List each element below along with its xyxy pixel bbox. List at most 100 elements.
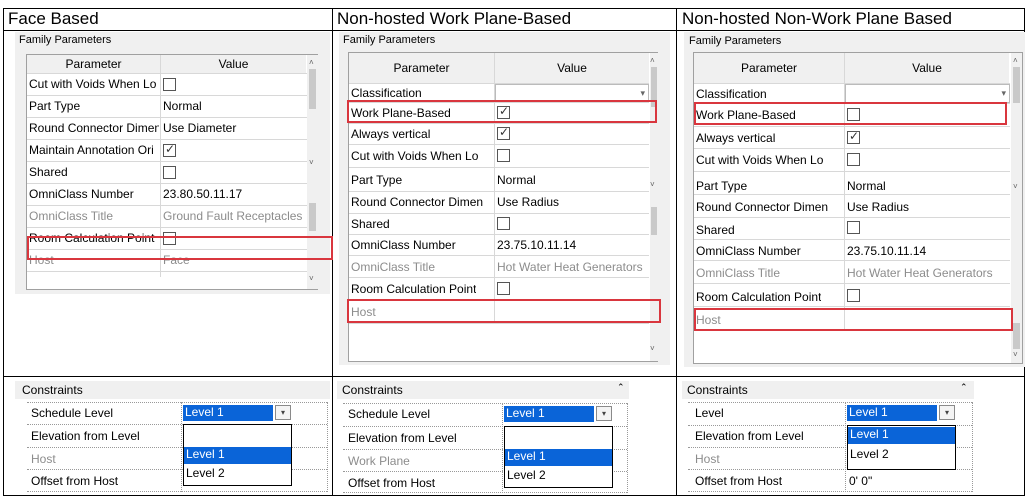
param-value-round-connector[interactable]: Use Radius [847, 200, 909, 214]
column-heading-non-work-plane-based: Non-hosted Non-Work Plane Based [682, 9, 952, 28]
column-header-value: Value [161, 55, 306, 73]
constraints-title[interactable]: Constraints [682, 381, 974, 399]
scroll-up-icon[interactable]: ˄ [650, 57, 655, 65]
family-parameters-panel-non-work-plane: Family Parameters Parameter Value Classi… [684, 32, 1025, 367]
param-name-omniclass-title: OmniClass Title [351, 260, 436, 274]
cut-with-voids-checkbox[interactable] [163, 78, 176, 91]
collapse-icon[interactable]: ⌃ [960, 383, 968, 392]
classification-dropdown[interactable]: ▾ [845, 84, 1010, 103]
param-value-round-connector[interactable]: Use Radius [497, 195, 559, 209]
chevron-down-icon[interactable]: ▾ [939, 405, 955, 420]
param-name-round-connector: Round Connector Dimen [351, 195, 484, 209]
param-value-omniclass-title: Hot Water Heat Generators [847, 266, 993, 280]
param-name-cut-with-voids: Cut with Voids When Lo [351, 149, 479, 163]
constraint-label-host: Host [31, 452, 56, 466]
work-plane-based-highlight-box [347, 100, 657, 123]
param-name-always-vertical: Always vertical [696, 131, 776, 145]
constraints-title[interactable]: Constraints [15, 381, 330, 399]
family-parameters-panel-face: Family Parameters Parameter Value Cut wi… [15, 32, 333, 294]
scroll-down-icon-bottom[interactable]: ˅ [650, 345, 655, 353]
scroll-down-icon[interactable]: ˅ [1013, 183, 1018, 191]
cut-with-voids-checkbox[interactable] [847, 153, 860, 166]
param-name-classification: Classification [351, 86, 422, 100]
shared-checkbox[interactable] [847, 221, 860, 234]
offset-from-host-value[interactable]: 0' 0" [849, 474, 872, 488]
param-name-classification: Classification [696, 87, 767, 101]
chevron-down-icon[interactable]: ▾ [275, 405, 291, 420]
param-name-omniclass-number: OmniClass Number [29, 187, 134, 201]
check-icon: ✓ [165, 142, 176, 156]
param-name-part-type: Part Type [696, 179, 748, 193]
level-option-1[interactable]: Level 1 [505, 449, 612, 466]
param-value-omniclass-number[interactable]: 23.75.10.11.14 [497, 238, 576, 252]
column-header-parameter: Parameter [349, 53, 494, 83]
level-option-2[interactable]: Level 2 [184, 466, 291, 483]
constraints-panel-work-plane: Constraints ⌃ Schedule Level Elevation f… [337, 381, 671, 493]
constraint-label-offset-from-host: Offset from Host [31, 474, 119, 488]
scroll-down-icon[interactable]: ˅ [309, 159, 314, 167]
param-value-omniclass-title: Hot Water Heat Generators [497, 260, 643, 274]
schedule-level-select[interactable]: Level 1 [504, 406, 594, 422]
constraints-panel-non-work-plane: Constraints ⌃ Level Elevation from Level… [682, 381, 1022, 493]
constraint-label-work-plane: Work Plane [348, 454, 410, 468]
chevron-down-icon[interactable]: ▾ [640, 86, 645, 100]
scrollbar-thumb-lower[interactable] [651, 207, 657, 235]
constraint-label-schedule-level: Schedule Level [348, 407, 431, 421]
level-option-2[interactable]: Level 2 [848, 447, 955, 464]
param-value-part-type[interactable]: Normal [163, 99, 306, 113]
level-select[interactable]: Level 1 [847, 405, 937, 421]
param-value-omniclass-number[interactable]: 23.80.50.11.17 [163, 187, 306, 201]
param-value-omniclass-number[interactable]: 23.75.10.11.14 [847, 244, 926, 258]
room-calculation-checkbox[interactable] [497, 282, 510, 295]
room-calculation-checkbox[interactable] [847, 289, 860, 302]
constraint-label-offset-from-host: Offset from Host [348, 476, 436, 490]
scrollbar-thumb-lower[interactable] [309, 203, 316, 231]
param-name-round-connector: Round Connector Dimen [29, 121, 159, 135]
param-name-room-calculation-point: Room Calculation Point [696, 290, 822, 304]
scrollbar-thumb[interactable] [1013, 67, 1020, 103]
constraint-label-offset-from-host: Offset from Host [695, 474, 783, 488]
param-name-shared: Shared [351, 217, 390, 231]
param-value-part-type[interactable]: Normal [847, 179, 886, 193]
chevron-down-icon[interactable]: ▾ [596, 406, 612, 421]
level-option-1[interactable]: Level 1 [848, 427, 955, 444]
level-dropdown-list: Level 1 Level 2 [847, 425, 956, 470]
panel-title: Family Parameters [19, 34, 112, 46]
param-value-round-connector[interactable]: Use Diameter [163, 121, 306, 135]
level-option-2[interactable]: Level 2 [505, 468, 612, 485]
host-highlight-box [347, 299, 661, 323]
constraints-title[interactable]: Constraints [337, 381, 629, 399]
level-dropdown-list: Level 1 Level 2 [504, 426, 613, 488]
scroll-down-icon-bottom[interactable]: ˅ [309, 275, 314, 283]
scroll-down-icon[interactable]: ˅ [650, 181, 655, 189]
param-name-omniclass-title: OmniClass Title [29, 209, 114, 223]
column-header-parameter: Parameter [694, 53, 844, 83]
constraint-label-elevation-from-level: Elevation from Level [348, 431, 457, 445]
host-highlight-box [27, 236, 333, 260]
scrollbar-thumb[interactable] [309, 69, 316, 109]
level-option-1[interactable]: Level 1 [184, 447, 291, 464]
chevron-down-icon[interactable]: ▾ [1001, 86, 1006, 100]
constraint-label-schedule-level: Schedule Level [31, 406, 114, 420]
scroll-up-icon[interactable]: ˄ [309, 59, 314, 67]
column-heading-face-based: Face Based [8, 9, 99, 28]
collapse-icon[interactable]: ⌃ [617, 383, 625, 392]
schedule-level-select[interactable]: Level 1 [183, 405, 273, 421]
scroll-up-icon[interactable]: ˄ [1013, 57, 1018, 65]
shared-checkbox[interactable] [163, 166, 176, 179]
panel-title: Family Parameters [689, 35, 782, 47]
scrollbar-thumb-lower[interactable] [1013, 323, 1020, 349]
param-value-part-type[interactable]: Normal [497, 173, 536, 187]
param-name-shared: Shared [29, 165, 68, 179]
shared-checkbox[interactable] [497, 217, 510, 230]
maintain-annotation-checkbox[interactable]: ✓ [163, 142, 176, 157]
check-icon: ✓ [849, 129, 860, 143]
always-vertical-checkbox[interactable]: ✓ [497, 125, 510, 140]
column-header-value: Value [495, 53, 649, 83]
host-highlight-box [694, 308, 1013, 331]
constraint-label-elevation-from-level: Elevation from Level [31, 429, 140, 443]
always-vertical-checkbox[interactable]: ✓ [847, 129, 860, 144]
cut-with-voids-checkbox[interactable] [497, 149, 510, 162]
scroll-down-icon-bottom[interactable]: ˅ [1013, 351, 1018, 359]
param-name-omniclass-number: OmniClass Number [351, 238, 456, 252]
